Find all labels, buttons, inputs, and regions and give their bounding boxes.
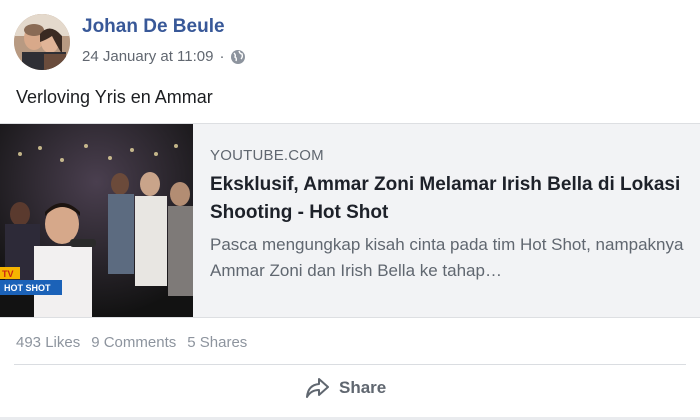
likes-count[interactable]: 493 Likes xyxy=(16,334,80,351)
thumbnail-badge: HOT SHOT xyxy=(4,283,51,293)
facebook-post: Johan De Beule 24 January at 11:09 · Ver… xyxy=(0,0,700,420)
link-preview-text[interactable]: YOUTUBE.COM Eksklusif, Ammar Zoni Melama… xyxy=(210,147,690,284)
post-timestamp[interactable]: 24 January at 11:09 xyxy=(82,48,213,65)
share-button[interactable]: Share xyxy=(305,377,386,399)
share-arrow-icon xyxy=(305,377,329,399)
link-domain: YOUTUBE.COM xyxy=(210,147,324,164)
link-title[interactable]: Eksklusif, Ammar Zoni Melamar Irish Bell… xyxy=(210,171,690,227)
globe-icon[interactable] xyxy=(230,49,246,65)
thumbnail-channel-logo: TV xyxy=(2,269,14,279)
share-label: Share xyxy=(339,378,387,397)
meta-separator: · xyxy=(219,48,225,65)
avatar[interactable] xyxy=(14,14,70,70)
shares-count[interactable]: 5 Shares xyxy=(187,334,247,351)
post-text: Verloving Yris en Ammar xyxy=(16,87,213,107)
avatar-photo xyxy=(14,14,70,70)
post-meta: 24 January at 11:09 · xyxy=(82,48,246,65)
link-description: Pasca mengungkap kisah cinta pada tim Ho… xyxy=(210,235,684,280)
engagement-stats: 493 Likes 9 Comments 5 Shares xyxy=(16,334,247,351)
link-preview-card[interactable]: TV HOT SHOT YOUTUBE.COM Eksklusif, Ammar… xyxy=(0,123,700,318)
divider xyxy=(14,364,686,365)
comments-count[interactable]: 9 Comments xyxy=(91,334,176,351)
author-name[interactable]: Johan De Beule xyxy=(82,16,225,38)
video-thumbnail[interactable]: TV HOT SHOT xyxy=(0,124,193,317)
